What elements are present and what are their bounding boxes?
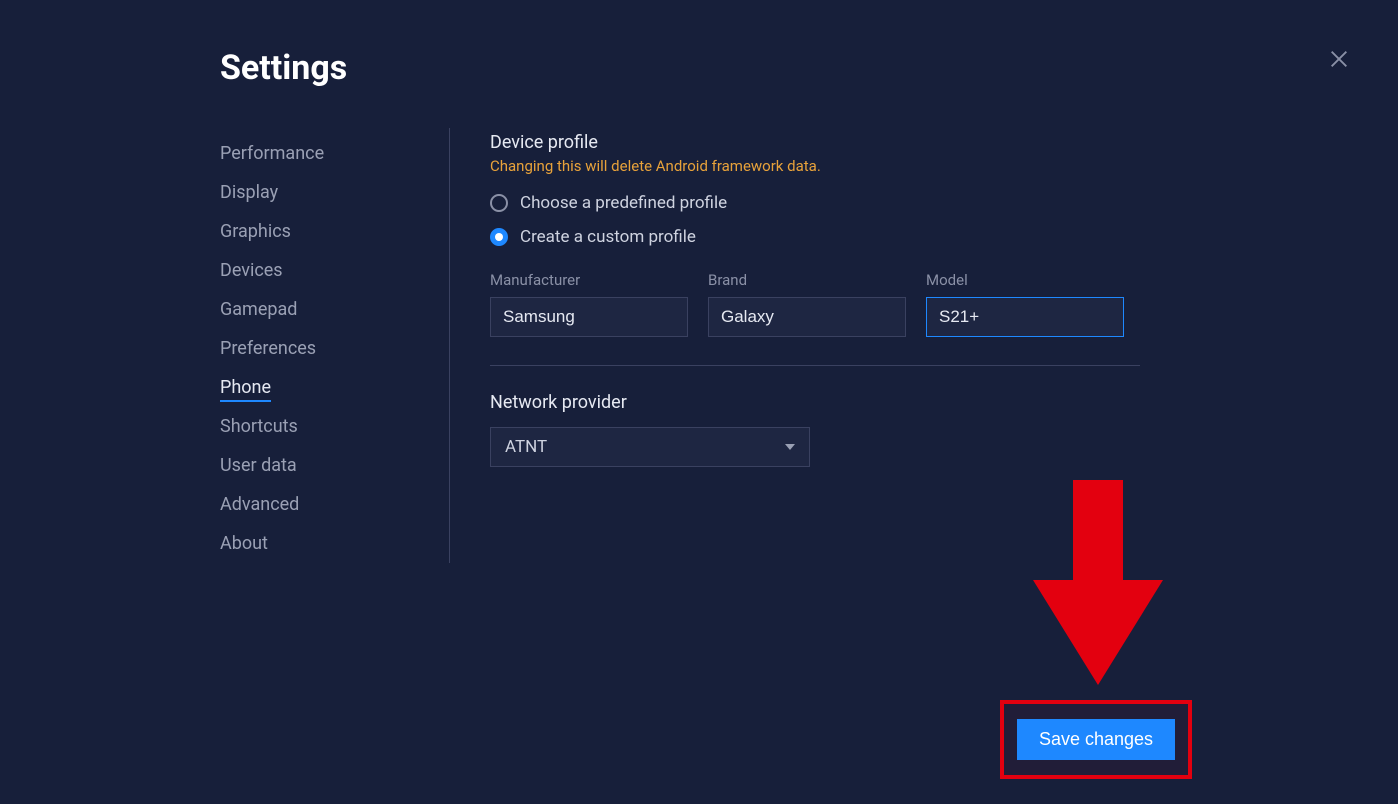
section-divider xyxy=(490,365,1140,366)
settings-main: Device profile Changing this will delete… xyxy=(450,128,1338,563)
sidebar-item-label: Advanced xyxy=(220,494,299,515)
save-changes-button[interactable]: Save changes xyxy=(1017,719,1175,760)
manufacturer-label: Manufacturer xyxy=(490,271,688,289)
sidebar-item-label: Devices xyxy=(220,260,283,281)
close-icon xyxy=(1328,55,1350,74)
network-provider-dropdown[interactable]: ATNT xyxy=(490,427,810,467)
sidebar-item-gamepad[interactable]: Gamepad xyxy=(220,290,449,329)
sidebar-item-shortcuts[interactable]: Shortcuts xyxy=(220,407,449,446)
sidebar-item-advanced[interactable]: Advanced xyxy=(220,485,449,524)
chevron-down-icon xyxy=(785,444,795,450)
radio-custom-profile[interactable]: Create a custom profile xyxy=(490,227,1338,247)
sidebar-item-phone[interactable]: Phone xyxy=(220,368,449,407)
sidebar-item-label: Gamepad xyxy=(220,299,297,320)
annotation-highlight-box: Save changes xyxy=(1000,700,1192,779)
sidebar-item-graphics[interactable]: Graphics xyxy=(220,212,449,251)
sidebar-item-label: Graphics xyxy=(220,221,291,242)
sidebar-item-preferences[interactable]: Preferences xyxy=(220,329,449,368)
sidebar-item-label: About xyxy=(220,533,268,554)
device-profile-warning: Changing this will delete Android framew… xyxy=(490,157,1338,175)
sidebar-item-label: Shortcuts xyxy=(220,416,298,437)
close-button[interactable] xyxy=(1328,48,1350,74)
network-provider-heading: Network provider xyxy=(490,392,1338,413)
sidebar-item-devices[interactable]: Devices xyxy=(220,251,449,290)
manufacturer-input[interactable] xyxy=(490,297,688,337)
sidebar-item-label: User data xyxy=(220,455,297,476)
model-input[interactable] xyxy=(926,297,1124,337)
sidebar-item-label: Preferences xyxy=(220,338,316,359)
sidebar-item-about[interactable]: About xyxy=(220,524,449,563)
page-title: Settings xyxy=(220,48,1338,88)
sidebar-item-performance[interactable]: Performance xyxy=(220,134,449,173)
radio-predefined-profile[interactable]: Choose a predefined profile xyxy=(490,193,1338,213)
model-label: Model xyxy=(926,271,1124,289)
brand-input[interactable] xyxy=(708,297,906,337)
device-profile-heading: Device profile xyxy=(490,132,1338,153)
radio-label: Create a custom profile xyxy=(520,227,696,247)
settings-sidebar: Performance Display Graphics Devices Gam… xyxy=(220,128,450,563)
radio-icon xyxy=(490,228,508,246)
sidebar-item-label: Display xyxy=(220,182,278,203)
radio-icon xyxy=(490,194,508,212)
sidebar-item-display[interactable]: Display xyxy=(220,173,449,212)
sidebar-item-label: Phone xyxy=(220,377,271,402)
radio-label: Choose a predefined profile xyxy=(520,193,727,213)
sidebar-item-user-data[interactable]: User data xyxy=(220,446,449,485)
dropdown-value: ATNT xyxy=(505,437,547,457)
sidebar-item-label: Performance xyxy=(220,143,324,164)
brand-label: Brand xyxy=(708,271,906,289)
